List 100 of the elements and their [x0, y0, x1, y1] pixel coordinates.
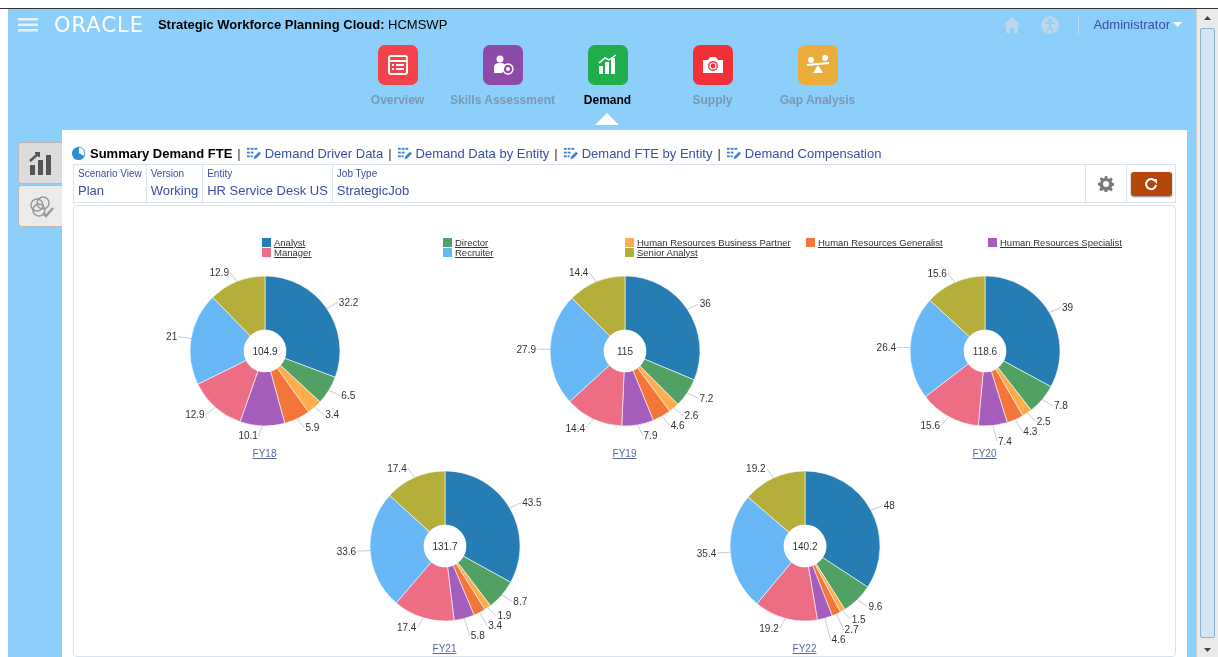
side-tab[interactable] — [18, 142, 62, 184]
legend-label[interactable]: Analyst — [274, 236, 306, 248]
legend-label[interactable]: Human Resources Business Partner — [637, 236, 791, 248]
leader-line — [946, 272, 955, 283]
dimension-value[interactable]: Plan — [78, 183, 142, 198]
total-label: 131.7 — [432, 540, 457, 552]
data-label: 19.2 — [745, 463, 766, 475]
selection-pointer — [595, 112, 619, 125]
data-label: 43.5 — [521, 497, 542, 509]
data-label: 5.9 — [304, 422, 319, 434]
data-label: 17.4 — [386, 462, 407, 474]
data-label: 1.9 — [496, 610, 511, 622]
separator: | — [717, 145, 721, 161]
data-label: 15.6 — [920, 419, 940, 431]
logo: ORACLE — [54, 12, 144, 37]
data-label: 14.4 — [565, 422, 585, 434]
total-label: 118.6 — [972, 345, 997, 357]
leader-line — [325, 302, 338, 309]
data-label: 48 — [883, 500, 895, 512]
dimension-label: Entity — [207, 168, 234, 179]
leader-line — [940, 416, 949, 426]
caret-icon — [1173, 22, 1182, 27]
leader-line — [406, 467, 415, 478]
legend-label[interactable]: Recruiter — [455, 246, 494, 258]
settings-icon[interactable] — [1098, 175, 1114, 192]
dimension-label: Version — [150, 168, 186, 179]
data-label: 7.8 — [1053, 400, 1068, 412]
data-label: 15.6 — [926, 267, 947, 279]
year-link[interactable]: FY22 — [792, 643, 817, 655]
dimension-value[interactable]: Working — [150, 183, 199, 198]
leader-line — [463, 618, 470, 637]
data-label: 33.6 — [336, 545, 356, 557]
refresh-icon — [1144, 176, 1158, 191]
leader-line — [416, 617, 424, 628]
data-label: 4.3 — [1022, 425, 1037, 437]
scrollbar[interactable] — [1196, 9, 1218, 657]
data-label: 2.6 — [683, 409, 698, 421]
data-label: 35.4 — [696, 547, 716, 559]
form-link[interactable]: Demand Compensation — [744, 145, 882, 161]
separator: | — [237, 145, 241, 161]
total-label: 104.9 — [252, 345, 277, 357]
leader-line — [870, 505, 883, 511]
data-label: 12.9 — [184, 409, 205, 421]
separator: | — [554, 145, 558, 161]
leader-line — [500, 594, 513, 603]
legend-label[interactable]: Human Resources Specialist — [1000, 236, 1122, 248]
data-label: 6.5 — [340, 390, 355, 402]
user-menu[interactable]: Administrator — [1093, 17, 1182, 32]
data-label: 27.9 — [516, 343, 536, 355]
table-edit-icon — [245, 145, 261, 161]
data-label: 3.4 — [324, 409, 339, 421]
form-link[interactable]: Demand FTE by Entity — [581, 145, 713, 161]
legend-label[interactable]: Manager — [274, 246, 312, 258]
leader-line — [765, 468, 774, 479]
dimension-label: Scenario View — [78, 168, 142, 179]
data-label: 7.2 — [699, 393, 713, 404]
data-label: 4.6 — [831, 634, 845, 645]
legend-label[interactable]: Human Resources Generalist — [818, 236, 943, 248]
nav-tile[interactable]: Demand — [555, 40, 660, 130]
leader-line — [1014, 419, 1023, 432]
data-label: 17.4 — [396, 621, 416, 633]
data-label: 21 — [165, 331, 177, 343]
dimension-label: Job Type — [336, 168, 379, 179]
year-link[interactable]: FY19 — [612, 448, 637, 460]
leader-line — [228, 271, 237, 283]
leader-line — [672, 407, 684, 416]
form-link[interactable]: Demand Driver Data — [264, 145, 384, 161]
data-label: 5.8 — [470, 630, 485, 642]
leader-line — [823, 617, 831, 640]
year-link[interactable]: FY20 — [972, 448, 997, 460]
form-link[interactable]: Demand Data by Entity — [415, 145, 550, 161]
leader-line — [778, 617, 786, 629]
refresh-button[interactable] — [1130, 171, 1172, 196]
separator: | — [388, 145, 392, 161]
dimension-value[interactable]: StrategicJob — [336, 183, 1081, 198]
data-label: 19.2 — [758, 622, 779, 634]
leader-line — [585, 418, 594, 429]
total-label: 115 — [616, 345, 633, 357]
leader-line — [508, 502, 522, 509]
data-label: 3.4 — [487, 620, 502, 632]
leader-line — [257, 425, 263, 437]
data-label: 14.4 — [568, 267, 588, 278]
data-label: 36 — [699, 298, 711, 310]
data-label: 7.9 — [643, 429, 657, 441]
leader-line — [588, 272, 597, 283]
year-link[interactable]: FY18 — [252, 448, 277, 460]
pie-chart-icon — [71, 145, 86, 161]
legend-label[interactable]: Senior Analyst — [637, 246, 698, 258]
dimension-value[interactable]: HR Service Desk US — [207, 183, 328, 198]
table-edit-icon — [562, 145, 578, 161]
leader-line — [1026, 412, 1036, 422]
data-label: 10.1 — [238, 430, 258, 442]
side-tab[interactable] — [18, 185, 62, 227]
legend-label[interactable]: Director — [455, 236, 489, 248]
data-label: 39 — [1061, 301, 1073, 313]
data-label: 32.2 — [338, 297, 358, 309]
data-label: 8.7 — [512, 596, 527, 608]
form-link[interactable]: Summary Demand FTE — [90, 145, 233, 161]
leader-line — [636, 424, 643, 436]
year-link[interactable]: FY21 — [432, 643, 457, 655]
